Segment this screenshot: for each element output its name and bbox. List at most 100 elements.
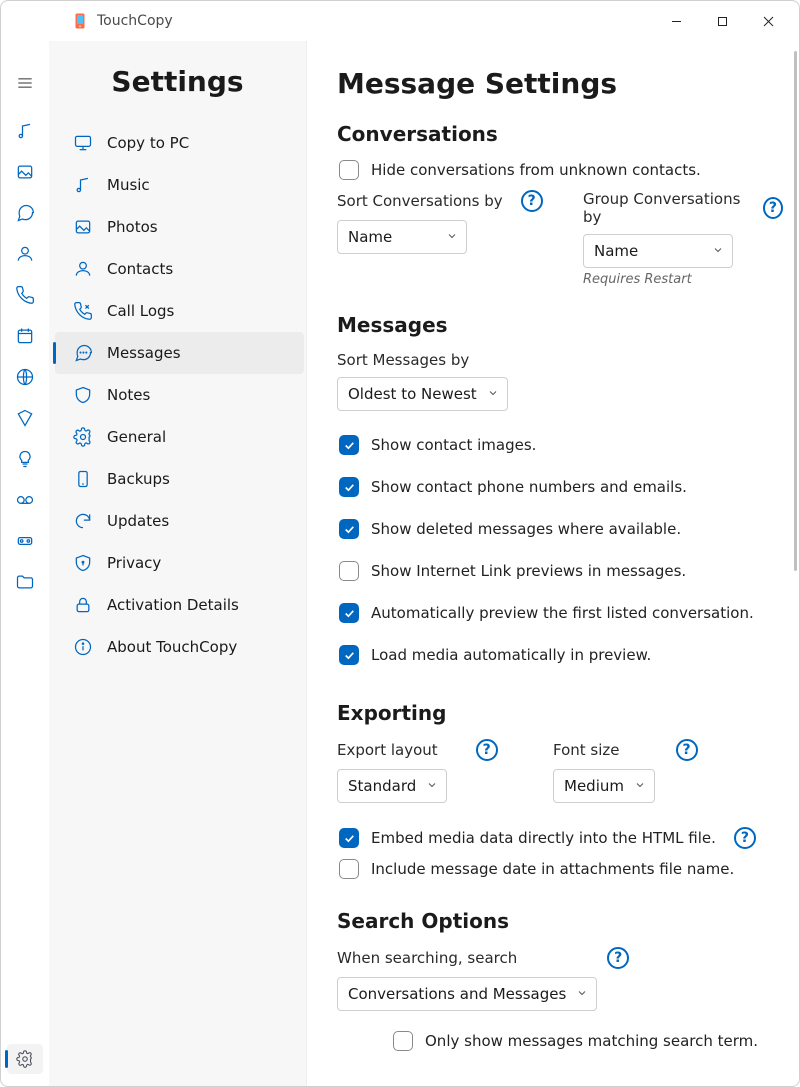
rail-internet-icon[interactable] (5, 357, 45, 397)
hide-unknown-checkbox-row[interactable]: Hide conversations from unknown contacts… (339, 160, 769, 180)
photos-icon (73, 217, 93, 237)
window-maximize-button[interactable] (699, 5, 745, 37)
load-media-auto-checkbox[interactable]: Load media automatically in preview. (339, 645, 769, 665)
gear-icon (73, 427, 93, 447)
sort-messages-select[interactable]: Oldest to Newest (337, 377, 508, 411)
sidebar-item-call-logs[interactable]: Call Logs (55, 290, 304, 332)
rail-contacts-icon[interactable] (5, 234, 45, 274)
checkbox-label: Show contact phone numbers and emails. (371, 478, 687, 496)
sidebar-item-contacts[interactable]: Contacts (55, 248, 304, 290)
main-content: Message Settings Conversations Hide conv… (307, 41, 799, 1086)
section-messages-title: Messages (337, 313, 769, 337)
select-value: Name (348, 228, 392, 246)
section-conversations-title: Conversations (337, 122, 769, 146)
sidebar-item-photos[interactable]: Photos (55, 206, 304, 248)
rail-tips-icon[interactable] (5, 439, 45, 479)
checkbox-label: Embed media data directly into the HTML … (371, 829, 716, 847)
checkbox-label: Hide conversations from unknown contacts… (371, 161, 701, 179)
chevron-down-icon (576, 985, 588, 1003)
sidebar-item-activation[interactable]: Activation Details (55, 584, 304, 626)
sidebar-item-messages[interactable]: Messages (55, 332, 304, 374)
sidebar-item-label: Updates (107, 512, 169, 530)
select-value: Standard (348, 777, 416, 795)
window-close-button[interactable] (745, 5, 791, 37)
chevron-down-icon (446, 228, 458, 246)
help-icon[interactable]: ? (676, 739, 698, 761)
settings-sidebar: Settings Copy to PC Music Photos Contact… (49, 41, 307, 1086)
sort-messages-label: Sort Messages by (337, 351, 469, 369)
sidebar-item-label: Music (107, 176, 150, 194)
auto-preview-first-checkbox[interactable]: Automatically preview the first listed c… (339, 603, 769, 623)
help-icon[interactable]: ? (734, 827, 756, 849)
rail-photos-icon[interactable] (5, 152, 45, 192)
show-deleted-checkbox[interactable]: Show deleted messages where available. (339, 519, 769, 539)
checkbox-icon (339, 435, 359, 455)
rail-settings-button[interactable] (7, 1044, 43, 1074)
title-bar: TouchCopy (1, 1, 799, 41)
include-date-checkbox[interactable]: Include message date in attachments file… (339, 859, 769, 879)
help-icon[interactable]: ? (476, 739, 498, 761)
page-title: Message Settings (337, 67, 769, 100)
rail-files-icon[interactable] (5, 562, 45, 602)
export-layout-select[interactable]: Standard (337, 769, 447, 803)
hamburger-menu-icon[interactable] (5, 63, 45, 103)
checkbox-label: Only show messages matching search term. (425, 1032, 758, 1050)
show-phone-email-checkbox[interactable]: Show contact phone numbers and emails. (339, 477, 769, 497)
sidebar-item-notes[interactable]: Notes (55, 374, 304, 416)
sort-conversations-select[interactable]: Name (337, 220, 467, 254)
checkbox-icon (339, 477, 359, 497)
checkbox-icon (339, 828, 359, 848)
messages-icon (73, 343, 93, 363)
monitor-icon (73, 133, 93, 153)
checkbox-icon (339, 859, 359, 879)
export-layout-label: Export layout (337, 741, 438, 759)
checkbox-label: Include message date in attachments file… (371, 860, 734, 878)
help-icon[interactable]: ? (607, 947, 629, 969)
app-window: TouchCopy (0, 0, 800, 1087)
sidebar-item-label: Backups (107, 470, 170, 488)
font-size-select[interactable]: Medium (553, 769, 655, 803)
info-icon (73, 637, 93, 657)
only-matching-checkbox[interactable]: Only show messages matching search term. (393, 1031, 769, 1051)
sidebar-item-label: Contacts (107, 260, 173, 278)
sidebar-item-label: Photos (107, 218, 158, 236)
help-icon[interactable]: ? (763, 197, 783, 219)
group-conversations-select[interactable]: Name (583, 234, 733, 268)
sidebar-title: Settings (49, 55, 306, 122)
sidebar-item-privacy[interactable]: Privacy (55, 542, 304, 584)
rail-messages-icon[interactable] (5, 193, 45, 233)
checkbox-label: Load media automatically in preview. (371, 646, 651, 664)
chevron-down-icon (426, 777, 438, 795)
sidebar-item-label: About TouchCopy (107, 638, 237, 656)
checkbox-icon (393, 1031, 413, 1051)
rail-calls-icon[interactable] (5, 275, 45, 315)
font-size-label: Font size (553, 741, 620, 759)
sidebar-item-copy-to-pc[interactable]: Copy to PC (55, 122, 304, 164)
privacy-shield-icon (73, 553, 93, 573)
sidebar-item-label: Notes (107, 386, 150, 404)
show-contact-images-checkbox[interactable]: Show contact images. (339, 435, 769, 455)
embed-media-checkbox[interactable]: Embed media data directly into the HTML … (339, 827, 769, 849)
section-exporting-title: Exporting (337, 701, 769, 725)
rail-voice-memos-icon[interactable] (5, 521, 45, 561)
rail-voicemail-icon[interactable] (5, 480, 45, 520)
sidebar-item-label: Call Logs (107, 302, 174, 320)
when-searching-select[interactable]: Conversations and Messages (337, 977, 597, 1011)
sidebar-item-music[interactable]: Music (55, 164, 304, 206)
sidebar-item-backups[interactable]: Backups (55, 458, 304, 500)
show-link-previews-checkbox[interactable]: Show Internet Link previews in messages. (339, 561, 769, 581)
sidebar-item-general[interactable]: General (55, 416, 304, 458)
sidebar-item-updates[interactable]: Updates (55, 500, 304, 542)
checkbox-icon (339, 603, 359, 623)
help-icon[interactable]: ? (521, 190, 543, 212)
sidebar-item-about[interactable]: About TouchCopy (55, 626, 304, 668)
rail-notes-icon[interactable] (5, 398, 45, 438)
rail-music-icon[interactable] (5, 111, 45, 151)
select-value: Conversations and Messages (348, 985, 566, 1003)
chevron-down-icon (634, 777, 646, 795)
checkbox-label: Show Internet Link previews in messages. (371, 562, 686, 580)
rail-calendar-icon[interactable] (5, 316, 45, 356)
refresh-icon (73, 511, 93, 531)
app-logo-icon (71, 12, 89, 30)
window-minimize-button[interactable] (653, 5, 699, 37)
